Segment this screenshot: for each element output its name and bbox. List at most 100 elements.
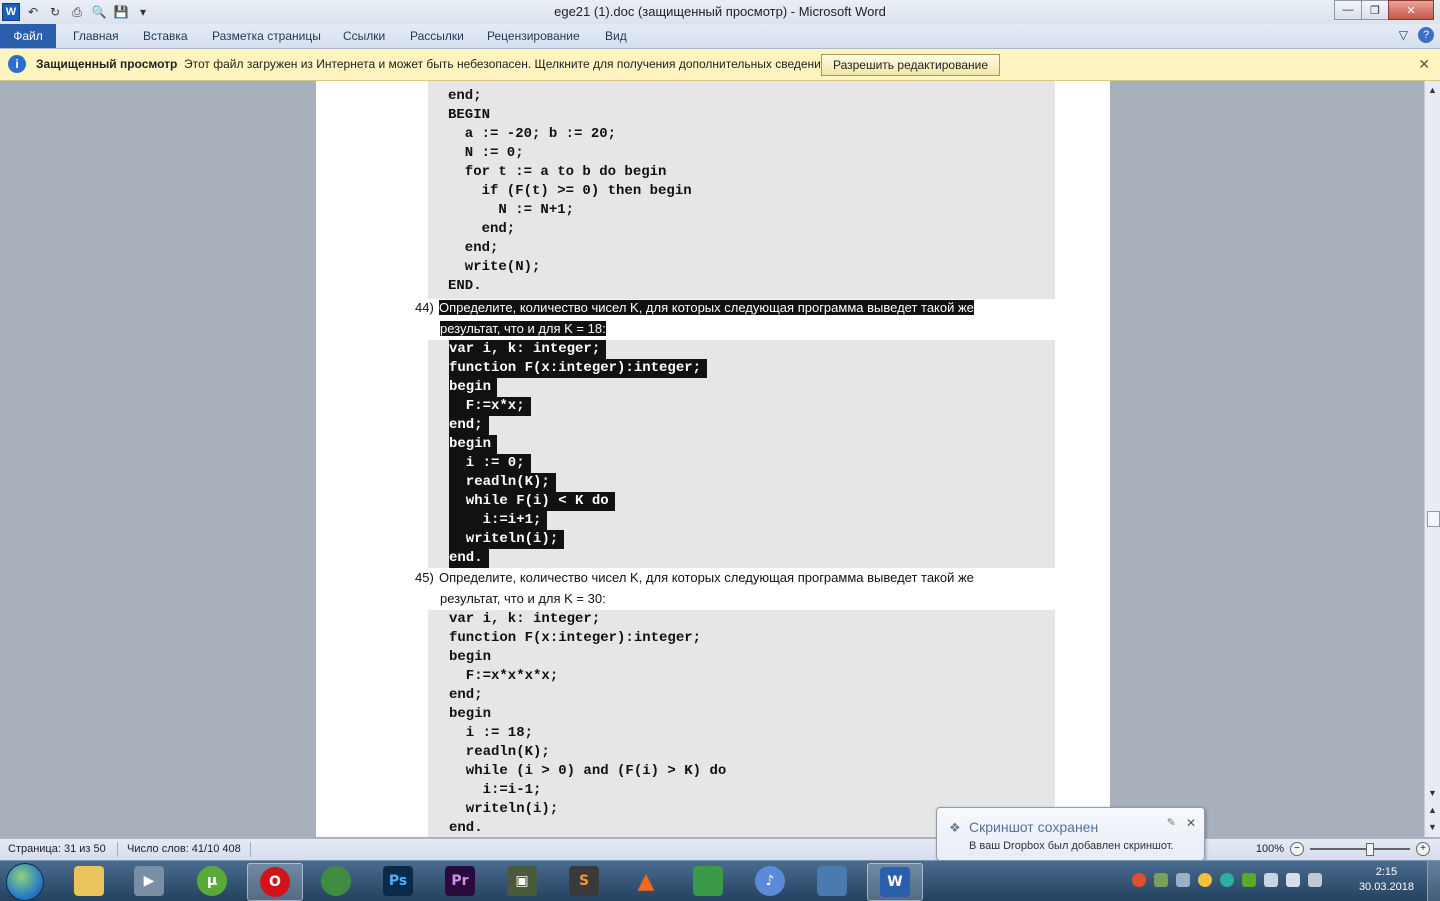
next-page-icon[interactable]: ▼ [1428,822,1437,832]
dropbox-icon: ❖ [949,820,961,835]
utorrent-app[interactable]: µ [185,863,239,899]
close-button[interactable]: ✕ [1388,0,1434,20]
system-tray [1132,873,1322,887]
tab-references[interactable]: Ссылки [343,29,385,43]
code-line: i:=i+1; [449,511,548,530]
code-line: END. [448,278,482,294]
code-line: begin [449,378,498,397]
tray-app-icon[interactable] [1220,873,1234,887]
tab-file[interactable]: Файл [0,24,56,48]
image-viewer-app[interactable] [805,863,859,899]
tab-page-layout[interactable]: Разметка страницы [212,29,321,43]
taskbar: ▶ µ O Ps Pr ▣ S ▲ ♪ W 2:15 30.03.2018 [0,860,1440,901]
title-bar: W ↶ ↻ ⎙ 🔍 💾 ▾ ege21 (1).doc (защищенный … [0,0,1440,24]
code-line: var i, k: integer; [449,611,601,627]
start-button[interactable] [6,863,44,901]
code-line: N := 0; [448,145,524,161]
settings-icon[interactable]: ✎ [1167,816,1176,829]
zoom-in-icon[interactable]: + [1416,842,1430,856]
zoom-out-icon[interactable]: − [1290,842,1304,856]
app-generic[interactable]: ▣ [495,863,549,899]
minimize-button[interactable]: — [1334,0,1362,20]
photoshop-icon: Ps [383,866,413,896]
clock-date: 30.03.2018 [1358,881,1414,893]
enable-editing-button[interactable]: Разрешить редактирование [821,54,1000,76]
protected-view-title: Защищенный просмотр [36,57,178,71]
document-area: end; BEGIN a := -20; b := 20; N := 0; fo… [0,81,1424,837]
code-line: end; [449,416,489,435]
itunes-app[interactable]: ♪ [743,863,797,899]
tray-app-icon[interactable] [1154,873,1168,887]
itunes-icon: ♪ [755,866,785,896]
show-desktop-button[interactable] [1427,861,1440,901]
clock[interactable]: 2:15 30.03.2018 [1359,865,1414,895]
word-count[interactable]: Число слов: 41/10 408 [127,843,241,855]
dropbox-tray-icon[interactable] [1176,873,1190,887]
volume-icon[interactable] [1264,873,1278,887]
code-line: if (F(t) >= 0) then begin [448,183,692,199]
media-player-app[interactable]: ▶ [122,863,176,899]
flame-icon: ▲ [637,868,655,894]
opera-app[interactable]: O [247,863,303,901]
scroll-down-icon[interactable]: ▼ [1428,788,1437,798]
nvidia-icon[interactable] [1242,873,1256,887]
help-icon[interactable]: ? [1418,27,1434,43]
tab-view[interactable]: Вид [605,29,627,43]
notification-message: В ваш Dropbox был добавлен скриншот. [969,840,1174,852]
maps-icon [693,866,723,896]
code-line: write(N); [448,259,541,275]
zoom-slider[interactable] [1310,843,1410,856]
photoshop-app[interactable]: Ps [371,863,425,899]
tray-app-icon[interactable] [1198,873,1212,887]
zoom-level[interactable]: 100% [1256,843,1284,855]
code-line: function F(x:integer):integer; [449,359,708,378]
status-separator [117,842,118,857]
close-icon[interactable]: ✕ [1418,56,1430,73]
flag-icon[interactable] [1286,873,1300,887]
word-app[interactable]: W [867,863,923,901]
tab-insert[interactable]: Вставка [143,29,188,43]
question-text: Определите, количество чисел K, для кото… [439,570,974,585]
tab-review[interactable]: Рецензирование [487,29,580,43]
flame-app[interactable]: ▲ [619,863,673,899]
restore-button[interactable]: ❐ [1361,0,1389,20]
protected-view-message[interactable]: Этот файл загружен из Интернета и может … [184,57,831,71]
opera-icon: O [260,867,290,897]
code-line: var i, k: integer; [449,340,607,359]
code-line: writeln(i); [449,530,565,549]
code-line: i:=i-1; [449,782,542,798]
tab-mailings[interactable]: Рассылки [410,29,464,43]
media-player-icon: ▶ [134,866,164,896]
window-title: ege21 (1).doc (защищенный просмотр) - Mi… [554,4,886,19]
question-text-line: Определите, количество чисел K, для кото… [439,300,974,315]
code-line: i := 0; [449,454,531,473]
tab-home[interactable]: Главная [73,29,119,43]
dropbox-notification[interactable]: ❖ Скриншот сохранен В ваш Dropbox был до… [936,807,1205,861]
code-line: while (i > 0) and (F(i) > K) do [449,763,727,779]
network-icon[interactable] [1308,873,1322,887]
minimize-ribbon-icon[interactable]: ▽ [1399,28,1408,42]
code-line: BEGIN [448,107,491,123]
explorer-app[interactable] [62,863,116,899]
globe-app[interactable] [309,863,363,899]
page-indicator[interactable]: Страница: 31 из 50 [8,843,106,855]
vertical-scrollbar[interactable]: ▲ ▼ ▲ ▼ [1424,81,1440,837]
zoom-slider-knob[interactable] [1366,843,1374,856]
close-icon[interactable]: ✕ [1186,816,1196,830]
code-line: while F(i) < K do [449,492,615,511]
code-line: readln(K); [449,473,556,492]
sublime-app[interactable]: S [557,863,611,899]
tray-app-icon[interactable] [1132,873,1146,887]
code-line: end; [449,687,483,703]
code-line: end. [449,820,483,836]
image-viewer-icon [817,866,847,896]
info-icon: i [8,55,26,73]
document-page[interactable]: end; BEGIN a := -20; b := 20; N := 0; fo… [316,81,1110,837]
premiere-app[interactable]: Pr [433,863,487,899]
scroll-thumb[interactable] [1427,511,1440,527]
prev-page-icon[interactable]: ▲ [1428,805,1437,815]
scroll-up-icon[interactable]: ▲ [1428,85,1437,95]
maps-app[interactable] [681,863,735,899]
folder-icon [74,866,104,896]
code-line: F:=x*x*x*x; [449,668,559,684]
